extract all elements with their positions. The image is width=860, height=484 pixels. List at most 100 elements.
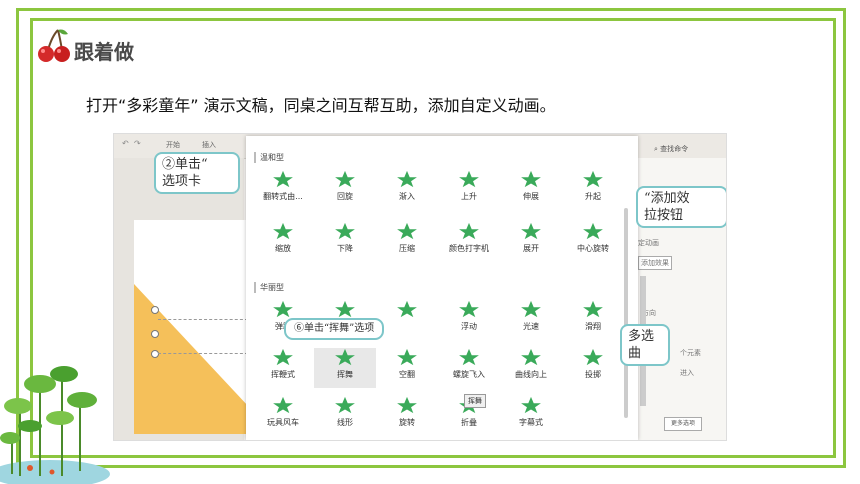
animation-effect-item[interactable]: 字幕式: [500, 396, 562, 436]
animation-effect-item[interactable]: 压缩: [376, 222, 438, 262]
effect-label: 升起: [585, 192, 601, 201]
animation-effect-item[interactable]: 缩放: [252, 222, 314, 262]
star-effect-icon: [521, 300, 541, 318]
guide-line: [158, 353, 248, 354]
animation-effect-item[interactable]: 挥舞: [314, 348, 376, 388]
animation-effect-item[interactable]: 展开: [500, 222, 562, 262]
effect-label: 浮动: [461, 322, 477, 331]
resize-handle[interactable]: [151, 330, 159, 338]
star-effect-icon: [583, 170, 603, 188]
star-effect-icon: [521, 348, 541, 366]
animation-effect-item[interactable]: 光速: [500, 300, 562, 340]
star-effect-icon: [397, 170, 417, 188]
effect-label: 翻转式由...: [263, 192, 303, 201]
redo-icon[interactable]: ↷: [134, 139, 141, 148]
animation-effect-item[interactable]: 空翻: [376, 348, 438, 388]
instruction-text: 打开“多彩童年” 演示文稿，同桌之间互帮互助，添加自定义动画。: [86, 96, 556, 115]
animation-effect-item[interactable]: 渐入: [376, 170, 438, 210]
effect-label: 螺旋飞入: [453, 370, 485, 379]
callout-line: 选项卡: [162, 174, 202, 189]
star-effect-icon: [521, 396, 541, 414]
animation-effect-item[interactable]: 升起: [562, 170, 624, 210]
callout-line: ②单击“: [162, 157, 208, 172]
star-effect-icon: [459, 222, 479, 240]
effect-label: 颜色打字机: [449, 244, 489, 253]
callout-line: 曲: [628, 346, 642, 361]
effect-label: 玩具风车: [267, 418, 299, 427]
animation-effect-item[interactable]: 线形: [314, 396, 376, 436]
tab-insert[interactable]: 插入: [202, 140, 216, 150]
effect-label: 渐入: [399, 192, 415, 201]
animation-effect-item[interactable]: 旋转: [376, 396, 438, 436]
callout-line: “添加效: [644, 191, 690, 206]
add-effect-dropdown[interactable]: 添加效果: [638, 256, 672, 270]
more-options-button[interactable]: 更多选项: [664, 417, 702, 431]
effect-label: 旋转: [399, 418, 415, 427]
star-effect-icon: [273, 396, 293, 414]
star-effect-icon: [583, 300, 603, 318]
search-command[interactable]: ⌕ 查找命令: [654, 144, 688, 154]
animation-effect-item[interactable]: 螺旋飞入: [438, 348, 500, 388]
effect-label: 字幕式: [519, 418, 543, 427]
section-fancy: 华丽型: [254, 282, 284, 293]
animation-gallery: 温和型 翻转式由... 回旋 渐入 上升 伸展 升起 缩放 下降 压缩 颜色打字机 展开 中心旋转 …: [246, 136, 638, 440]
animation-effect-item[interactable]: 上升: [438, 170, 500, 210]
star-effect-icon: [335, 396, 355, 414]
animation-effect-item[interactable]: 玩具风车: [252, 396, 314, 436]
effect-label: 缩放: [275, 244, 291, 253]
effect-label: 下降: [337, 244, 353, 253]
effect-label: 投掷: [585, 370, 601, 379]
undo-icon[interactable]: ↶: [122, 139, 129, 148]
guide-line: [158, 319, 248, 320]
section-gentle: 温和型: [254, 152, 284, 163]
page-title: 跟着做: [74, 40, 134, 64]
effect-label: 折叠: [461, 418, 477, 427]
animation-effect-item[interactable]: 翻转式由...: [252, 170, 314, 210]
effect-label: 光速: [523, 322, 539, 331]
tab-start[interactable]: 开始: [166, 140, 180, 150]
animation-effect-item[interactable]: 下降: [314, 222, 376, 262]
pane-label: 个元素: [680, 349, 701, 357]
callout-line: 拉按钮: [644, 208, 684, 223]
effect-label: 伸展: [523, 192, 539, 201]
effect-label: 展开: [523, 244, 539, 253]
star-effect-icon: [273, 222, 293, 240]
star-effect-icon: [397, 348, 417, 366]
animation-effect-item[interactable]: 挥鞭式: [252, 348, 314, 388]
effect-label: 上升: [461, 192, 477, 201]
lotus-leaves-decoration: [0, 366, 110, 484]
effect-label: 中心旋转: [577, 244, 609, 253]
effect-label: 滑翔: [585, 322, 601, 331]
animation-effect-item[interactable]: 中心旋转: [562, 222, 624, 262]
star-effect-icon: [397, 222, 417, 240]
animation-effect-item[interactable]: 伸展: [500, 170, 562, 210]
star-effect-icon: [583, 222, 603, 240]
star-effect-icon: [273, 300, 293, 318]
animation-effect-item[interactable]: 曲线向上: [500, 348, 562, 388]
animation-effect-item[interactable]: 回旋: [314, 170, 376, 210]
star-effect-icon: [335, 348, 355, 366]
star-effect-icon: [521, 222, 541, 240]
callout-add-effect: “添加效 拉按钮: [636, 186, 726, 228]
screenshot-panel: ↶ ↷ 开始 插入 ⌕ 查找命令 定动画 添加效果 方向 个元素 进入 更多选项…: [113, 133, 727, 441]
resize-handle[interactable]: [151, 306, 159, 314]
effect-label: 曲线向上: [515, 370, 547, 379]
callout-multi-select: 多选 曲: [620, 324, 670, 366]
animation-effect-item[interactable]: 滑翔: [562, 300, 624, 340]
animation-effect-item[interactable]: 浮动: [438, 300, 500, 340]
animation-effect-item[interactable]: 投掷: [562, 348, 624, 388]
tooltip: 挥舞: [464, 394, 486, 408]
effect-label: 挥鞭式: [271, 370, 295, 379]
animation-effect-item[interactable]: [376, 300, 438, 340]
star-effect-icon: [397, 300, 417, 318]
resize-handle[interactable]: [151, 350, 159, 358]
animation-effect-item[interactable]: 颜色打字机: [438, 222, 500, 262]
star-effect-icon: [335, 222, 355, 240]
cherry-icon: [38, 29, 70, 62]
effect-label: 挥舞: [337, 370, 353, 379]
gallery-scrollbar[interactable]: [624, 208, 628, 418]
star-effect-icon: [335, 300, 355, 318]
effect-label: 空翻: [399, 370, 415, 379]
callout-line: 多选: [628, 329, 655, 344]
effect-label: 回旋: [337, 192, 353, 201]
